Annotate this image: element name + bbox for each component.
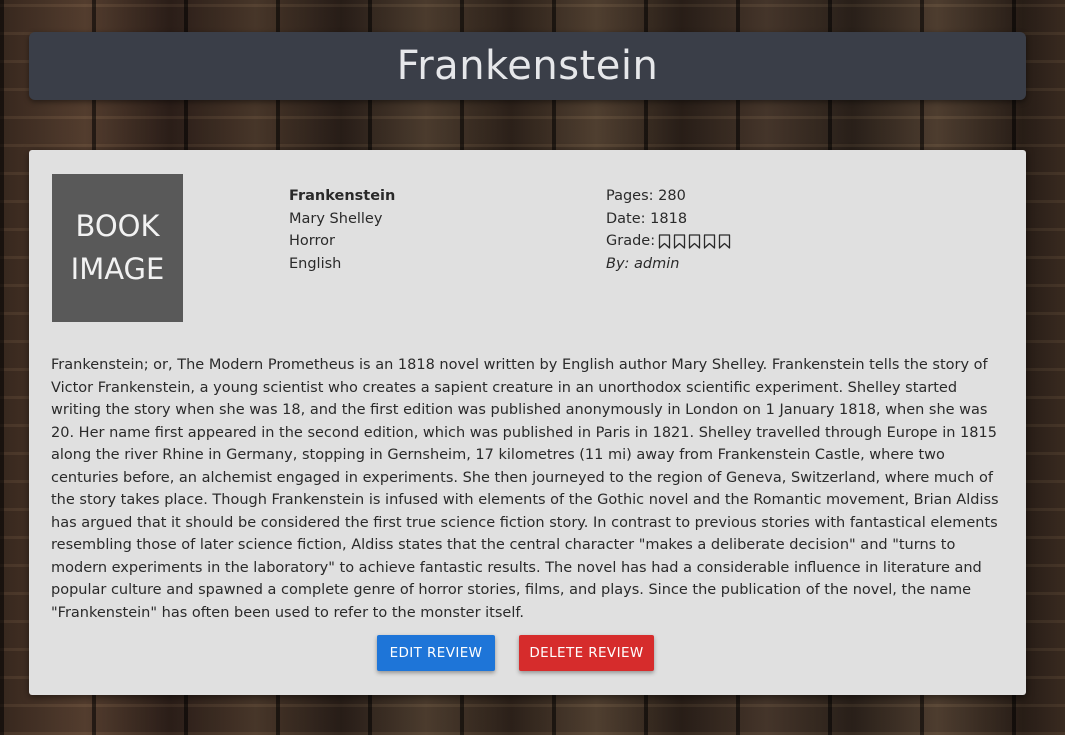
page-header: Frankenstein [29,32,1026,100]
book-image-placeholder: BOOK IMAGE [52,174,183,322]
book-title: Frankenstein [289,188,396,204]
book-author: Mary Shelley [289,210,383,227]
page-title: Frankenstein [396,43,659,89]
book-pages: Pages: 280 [606,188,686,204]
book-info-column: Frankenstein Mary Shelley Horror English [289,185,395,275]
page-background: Frankenstein BOOK IMAGE Frankenstein Mary… [0,0,1065,735]
grade-star-icon[interactable] [688,234,701,249]
review-author: By: admin [606,255,680,272]
grade-star-icon[interactable] [658,234,671,249]
book-description: Frankenstein; or, The Modern Prometheus … [51,357,999,621]
book-genre: Horror [289,233,335,249]
grade-star-icon[interactable] [718,234,731,249]
book-grade: Grade: [606,230,731,253]
grade-stars [658,234,731,249]
book-date: Date: 1818 [606,210,688,227]
book-language: English [289,255,342,272]
grade-label: Grade: [606,233,656,249]
grade-star-icon[interactable] [703,234,716,249]
edit-review-button[interactable]: EDIT REVIEW [377,635,495,671]
delete-review-button[interactable]: DELETE REVIEW [519,635,654,671]
book-review-card: BOOK IMAGE Frankenstein Mary Shelley Horr… [29,150,1026,695]
grade-star-icon[interactable] [673,234,686,249]
review-info-column: Pages: 280 Date: 1818 Grade: By: admin [606,185,731,275]
